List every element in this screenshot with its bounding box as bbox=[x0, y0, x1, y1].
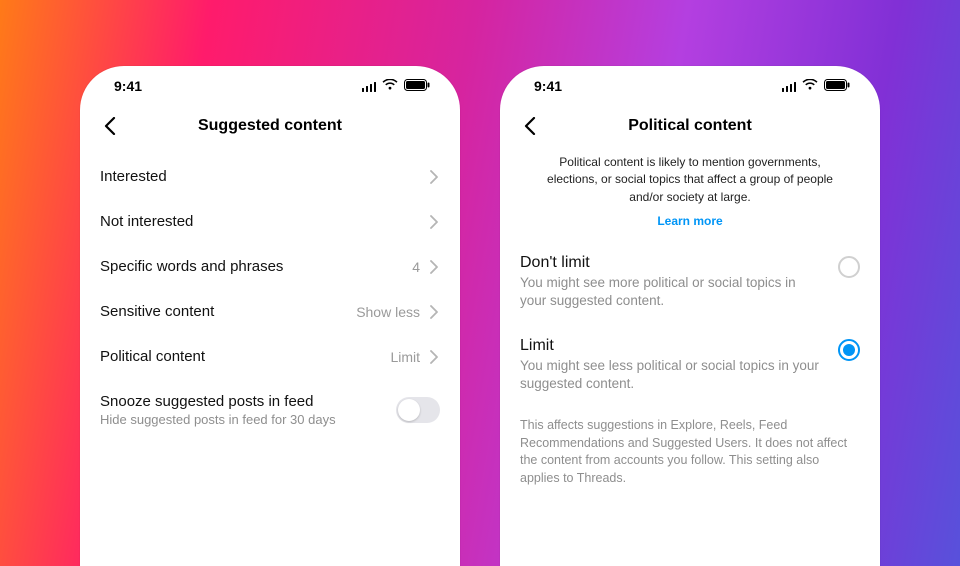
wifi-icon bbox=[802, 78, 818, 94]
option-sub: You might see less political or social t… bbox=[520, 357, 824, 393]
option-title: Don't limit bbox=[520, 254, 824, 272]
row-label: Political content bbox=[100, 348, 205, 365]
back-button[interactable] bbox=[518, 114, 542, 138]
option-limit[interactable]: Limit You might see less political or so… bbox=[500, 325, 880, 407]
row-snooze: Snooze suggested posts in feed Hide sugg… bbox=[80, 379, 460, 441]
nav-bar: Political content bbox=[500, 106, 880, 146]
chevron-right-icon bbox=[430, 260, 440, 274]
status-time: 9:41 bbox=[534, 78, 562, 94]
chevron-right-icon bbox=[430, 170, 440, 184]
row-interested[interactable]: Interested bbox=[80, 154, 460, 199]
nav-bar: Suggested content bbox=[80, 106, 460, 146]
row-political-content[interactable]: Political content Limit bbox=[80, 334, 460, 379]
status-bar: 9:41 bbox=[500, 66, 880, 106]
row-label: Sensitive content bbox=[100, 303, 214, 320]
snooze-sub: Hide suggested posts in feed for 30 days bbox=[100, 412, 336, 427]
row-sensitive-content[interactable]: Sensitive content Show less bbox=[80, 289, 460, 334]
phone-suggested-content: 9:41 Suggested content Interested bbox=[80, 66, 460, 566]
chevron-right-icon bbox=[430, 215, 440, 229]
wifi-icon bbox=[382, 78, 398, 94]
cellular-icon bbox=[782, 81, 797, 92]
page-title: Suggested content bbox=[198, 117, 342, 135]
chevron-left-icon bbox=[104, 117, 116, 135]
row-specific-words[interactable]: Specific words and phrases 4 bbox=[80, 244, 460, 289]
status-time: 9:41 bbox=[114, 78, 142, 94]
status-indicators bbox=[782, 78, 851, 94]
battery-icon bbox=[404, 78, 430, 94]
option-title: Limit bbox=[520, 337, 824, 355]
back-button[interactable] bbox=[98, 114, 122, 138]
radio-limit[interactable] bbox=[838, 339, 860, 361]
snooze-toggle[interactable] bbox=[396, 397, 440, 423]
radio-dont-limit[interactable] bbox=[838, 256, 860, 278]
gradient-background: 9:41 Suggested content Interested bbox=[0, 0, 960, 566]
phone-political-content: 9:41 Political content Political content… bbox=[500, 66, 880, 566]
status-bar: 9:41 bbox=[80, 66, 460, 106]
option-sub: You might see more political or social t… bbox=[520, 274, 824, 310]
learn-more-link[interactable]: Learn more bbox=[500, 210, 880, 242]
page-title: Political content bbox=[628, 117, 752, 135]
chevron-right-icon bbox=[430, 305, 440, 319]
row-not-interested[interactable]: Not interested bbox=[80, 199, 460, 244]
settings-list: Interested Not interested Specific words… bbox=[80, 146, 460, 441]
footnote-text: This affects suggestions in Explore, Ree… bbox=[500, 407, 880, 487]
row-value: Limit bbox=[390, 349, 420, 365]
description-text: Political content is likely to mention g… bbox=[500, 146, 880, 210]
row-label: Interested bbox=[100, 168, 167, 185]
row-label: Not interested bbox=[100, 213, 193, 230]
cellular-icon bbox=[362, 81, 377, 92]
row-label: Specific words and phrases bbox=[100, 258, 283, 275]
chevron-left-icon bbox=[524, 117, 536, 135]
status-indicators bbox=[362, 78, 431, 94]
chevron-right-icon bbox=[430, 350, 440, 364]
snooze-label: Snooze suggested posts in feed bbox=[100, 393, 336, 410]
option-dont-limit[interactable]: Don't limit You might see more political… bbox=[500, 242, 880, 324]
row-value: Show less bbox=[356, 304, 420, 320]
row-value: 4 bbox=[412, 259, 420, 275]
battery-icon bbox=[824, 78, 850, 94]
